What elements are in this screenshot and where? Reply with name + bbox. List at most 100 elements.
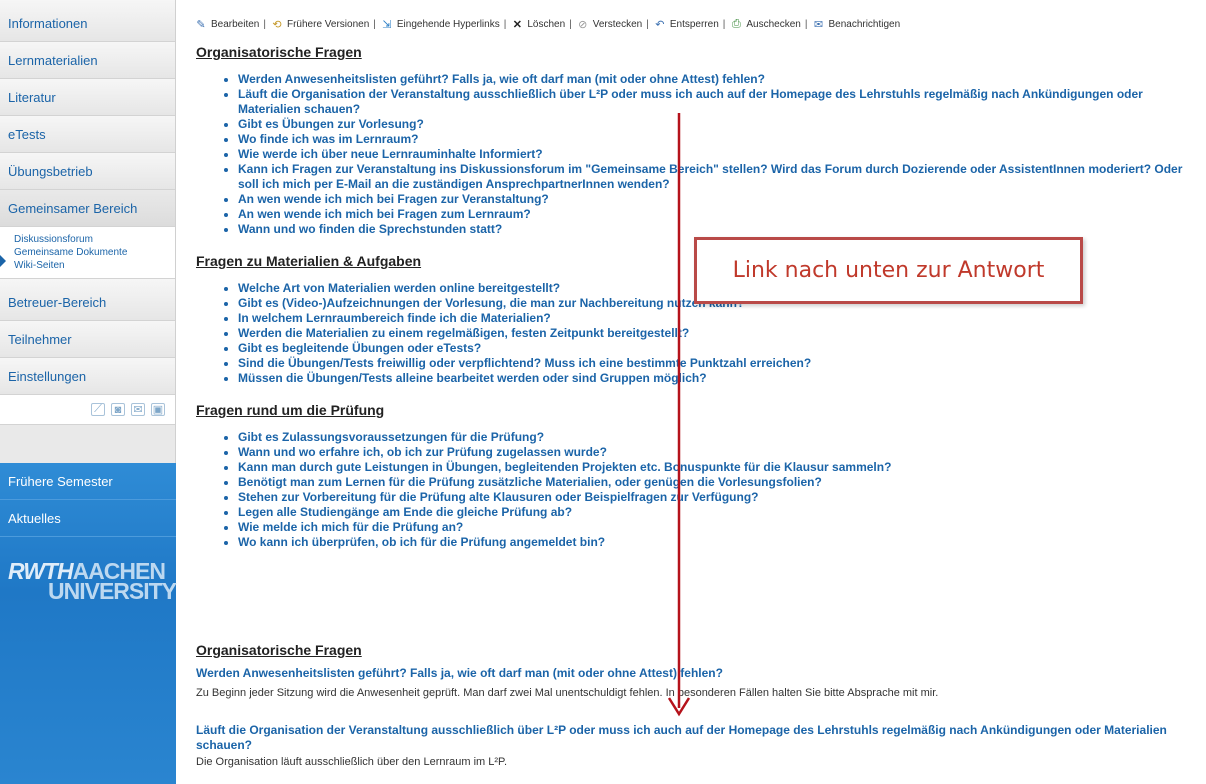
faq-link[interactable]: Läuft die Organisation der Veranstaltung… [238,87,1143,116]
faq-link[interactable]: Wann und wo finden die Sprechstunden sta… [238,222,502,236]
faq-link[interactable]: Welche Art von Materialien werden online… [238,281,560,295]
subnav-item-wiki-seiten[interactable]: Wiki-Seiten [14,259,175,272]
toolbar-versions-label: Frühere Versionen [286,18,370,30]
toolbar-separator: | [503,18,507,30]
sidebar-item-lernmaterialien[interactable]: Lernmaterialien [0,42,175,79]
faq-item: Kann man durch gute Leistungen in Übunge… [238,460,1201,475]
section-title: Fragen rund um die Prüfung [196,402,385,418]
sidebar-blue-panel: Frühere Semester Aktuelles RWTHAACHEN UN… [0,463,177,784]
faq-item: Läuft die Organisation der Veranstaltung… [238,87,1201,117]
faq-link[interactable]: Wie werde ich über neue Lernrauminhalte … [238,147,543,161]
unlock-icon: ↶ [655,18,665,31]
subnav-item-diskussionsforum[interactable]: Diskussionsforum [14,233,175,246]
sidebar-item-teilnehmer[interactable]: Teilnehmer [0,321,175,358]
faq-link[interactable]: An wen wende ich mich bei Fragen zum Ler… [238,207,531,221]
sidebar-item-etests[interactable]: eTests [0,116,175,153]
faq-item: Wie werde ich über neue Lernrauminhalte … [238,147,1201,162]
faq-link[interactable]: Wo kann ich überprüfen, ob ich für die P… [238,535,605,549]
faq-link[interactable]: In welchem Lernraumbereich finde ich die… [238,311,551,325]
delete-icon: ✕ [512,18,522,31]
answer-text: Die Organisation läuft ausschließlich üb… [196,756,508,768]
faq-link[interactable]: Wo finde ich was im Lernraum? [238,132,418,146]
toolbar-hide[interactable]: ⊘ Verstecken [576,17,642,31]
sidebar-item-betreuer-bereich[interactable]: Betreuer-Bereich [0,279,175,321]
toolbar-hyperlinks-label: Eingehende Hyperlinks [396,18,500,30]
faq-link[interactable]: Wann und wo erfahre ich, ob ich zur Prüf… [238,445,607,459]
rss-icon[interactable]: ◙ [111,403,125,416]
faq-item: An wen wende ich mich bei Fragen zum Ler… [238,207,1201,222]
faq-item: Wie melde ich mich für die Prüfung an? [238,520,1201,535]
sidebar-item-literatur[interactable]: Literatur [0,79,175,116]
toolbar-versions[interactable]: ⟲ Frühere Versionen [270,17,369,31]
section-title: Organisatorische Fragen [196,44,362,60]
faq-item: Kann ich Fragen zur Veranstaltung ins Di… [238,162,1201,192]
hide-icon: ⊘ [578,18,588,31]
toolbar-separator: | [373,18,376,30]
answer-question: Läuft die Organisation der Veranstaltung… [196,723,1167,752]
sidebar-item-informationen[interactable]: Informationen [0,0,175,42]
faq-item: Wann und wo erfahre ich, ob ich zur Prüf… [238,445,1201,460]
faq-link[interactable]: Gibt es (Video-)Aufzeichnungen der Vorle… [238,296,744,310]
versions-icon: ⟲ [272,18,282,31]
faq-link[interactable]: Sind die Übungen/Tests freiwillig oder v… [238,356,811,370]
sidebar-item-einstellungen[interactable]: Einstellungen [0,358,175,395]
sidebar-item-fruehere-semester[interactable]: Frühere Semester [0,463,176,500]
logo-university-text: UNIVERSITY [48,578,177,604]
faq-item: Wo finde ich was im Lernraum? [238,132,1201,147]
sidebar-item-uebungsbetrieb[interactable]: Übungsbetrieb [0,153,175,190]
faq-item: Sind die Übungen/Tests freiwillig oder v… [238,356,1201,371]
faq-link[interactable]: Gibt es Zulassungsvoraussetzungen für di… [238,430,544,444]
toolbar-checkout[interactable]: ⎙ Auschecken [729,17,801,31]
sidebar-item-aktuelles[interactable]: Aktuelles [0,500,176,537]
faq-index: Organisatorische Fragen Werden Anwesenhe… [196,44,1201,566]
faq-list: Werden Anwesenheitslisten geführt? Falls… [196,72,1201,237]
main-content: ✎ Bearbeiten | ⟲ Frühere Versionen | ⇲ Eingeh… [182,0,1206,784]
toolbar-edit-label: Bearbeiten [211,18,260,30]
active-marker-icon [0,255,6,267]
faq-item: Wo kann ich überprüfen, ob ich für die P… [238,535,1201,550]
toolbar-hyperlinks[interactable]: ⇲ Eingehende Hyperlinks [380,17,500,31]
faq-link[interactable]: Kann ich Fragen zur Veranstaltung ins Di… [238,162,1182,191]
faq-link[interactable]: Gibt es Übungen zur Vorlesung? [238,117,424,131]
faq-link[interactable]: An wen wende ich mich bei Fragen zur Ver… [238,192,549,206]
faq-link[interactable]: Legen alle Studiengänge am Ende die glei… [238,505,572,519]
toolbar-delete[interactable]: ✕ Löschen [510,17,565,31]
faq-item: Müssen die Übungen/Tests alleine bearbei… [238,371,1201,386]
answers-section-title: Organisatorische Fragen [196,642,362,658]
sidebar-nav-lower: Betreuer-Bereich Teilnehmer Einstellunge… [0,279,175,395]
faq-link[interactable]: Benötigt man zum Lernen für die Prüfung … [238,475,822,489]
mail-icon[interactable]: ✉ [131,403,145,416]
sidebar-icon-row: ⟋ ◙ ✉ ▣ [0,395,175,425]
sidebar-subnav: Diskussionsforum Gemeinsame Dokumente Wi… [0,227,175,279]
edit-icon: ✎ [196,18,206,31]
faq-link[interactable]: Kann man durch gute Leistungen in Übunge… [238,460,891,474]
faq-item: An wen wende ich mich bei Fragen zur Ver… [238,192,1201,207]
subnav-item-gemeinsame-dokumente[interactable]: Gemeinsame Dokumente [14,246,175,259]
faq-link[interactable]: Werden Anwesenheitslisten geführt? Falls… [238,72,765,86]
answer-text: Zu Beginn jeder Sitzung wird die Anwesen… [196,687,939,699]
annotation-callout: Link nach unten zur Antwort [694,237,1083,304]
toolbar-unlock-label: Entsperren [669,18,719,30]
toolbar-notify[interactable]: ✉ Benachrichtigen [811,17,900,31]
faq-link[interactable]: Gibt es begleitende Übungen oder eTests? [238,341,481,355]
faq-link[interactable]: Stehen zur Vorbereitung für die Prüfung … [238,490,759,504]
toolbar-separator: | [646,18,649,30]
faq-item: Benötigt man zum Lernen für die Prüfung … [238,475,1201,490]
answer-question: Werden Anwesenheitslisten geführt? Falls… [196,666,723,680]
toolbar-unlock[interactable]: ↶ Entsperren [653,17,719,31]
toolbar-edit[interactable]: ✎ Bearbeiten [194,17,259,31]
notify-icon: ✉ [813,18,824,31]
faq-link[interactable]: Werden die Materialien zu einem regelmäß… [238,326,689,340]
faq-item: Stehen zur Vorbereitung für die Prüfung … [238,490,1201,505]
faq-link[interactable]: Müssen die Übungen/Tests alleine bearbei… [238,371,707,385]
faq-answers: Organisatorische Fragen Werden Anwesenhe… [196,642,1201,770]
print-icon[interactable]: ▣ [151,403,165,416]
faq-item: Gibt es Zulassungsvoraussetzungen für di… [238,430,1201,445]
faq-link[interactable]: Wie melde ich mich für die Prüfung an? [238,520,463,534]
toolbar-separator: | [722,18,726,30]
wiki-toolbar: ✎ Bearbeiten | ⟲ Frühere Versionen | ⇲ Eingeh… [194,15,900,33]
toolbar-separator: | [804,18,808,30]
sidebar-item-gemeinsamer-bereich[interactable]: Gemeinsamer Bereich [0,190,175,227]
statistics-icon[interactable]: ⟋ [91,403,105,416]
toolbar-notify-label: Benachrichtigen [828,18,901,30]
